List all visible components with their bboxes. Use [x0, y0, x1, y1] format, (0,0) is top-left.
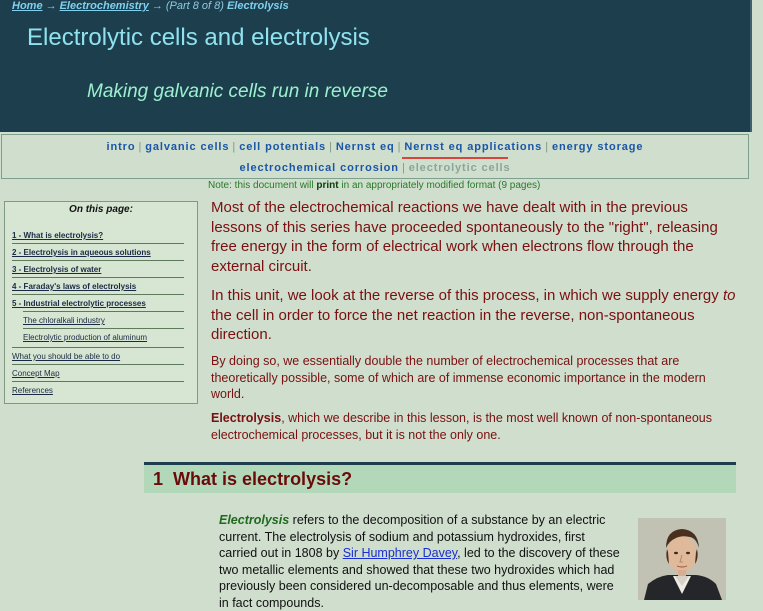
breadcrumb-home-link[interactable]: Home — [12, 0, 43, 12]
print-note-bold: print — [316, 180, 339, 191]
toc-divider — [23, 328, 184, 329]
toc-divider — [12, 277, 184, 278]
toc-link-aqueous[interactable]: 2 - Electrolysis in aqueous solutions — [12, 248, 184, 257]
toc-title: On this page: — [69, 204, 133, 215]
toc-box: On this page: 1 - What is electrolysis? … — [4, 201, 198, 404]
section-1-title: 1 What is electrolysis? — [153, 469, 352, 490]
section-1-term: Electrolysis — [219, 513, 290, 527]
toc-divider — [12, 347, 184, 348]
page-subtitle: Making galvanic cells run in reverse — [87, 81, 388, 102]
intro-p2-part-a: In this unit, we look at the reverse of … — [211, 287, 719, 304]
nav-separator: | — [138, 141, 143, 153]
toc-link-aluminum[interactable]: Electrolytic production of aluminum — [23, 333, 184, 342]
toc-link-references[interactable]: References — [12, 386, 184, 395]
section-title-text: What is electrolysis? — [173, 469, 353, 489]
nav-separator: | — [401, 162, 406, 174]
print-note-suffix: in an appropriately modified format (9 p… — [341, 180, 541, 191]
breadcrumb-current: Electrolysis — [226, 0, 289, 12]
section-1-header: 1 What is electrolysis? — [144, 462, 736, 493]
breadcrumb-part: (Part 8 of 8) — [165, 0, 224, 12]
nav-separator: | — [545, 141, 549, 153]
toc-link-concept-map[interactable]: Concept Map — [12, 369, 184, 378]
intro-p4-rest: , which we describe in this lesson, is t… — [211, 411, 712, 442]
breadcrumb-arrow: → — [45, 0, 57, 12]
nav-link-energy-storage[interactable]: energy storage — [552, 141, 643, 153]
portrait-drawing — [638, 518, 726, 600]
nav-active-underline — [402, 157, 508, 159]
nav-row-1: intro | galvanic cells | cell potentials | Ner… — [2, 141, 748, 153]
portrait-image — [638, 518, 726, 600]
toc-divider — [12, 294, 184, 295]
header-banner: Home → Electrochemistry → (Part 8 of 8) Elec… — [0, 0, 752, 132]
section-1-body: Electrolysis refers to the decomposition… — [219, 512, 621, 611]
toc-link-chloralkali[interactable]: The chloralkali industry — [23, 316, 184, 325]
toc-link-water[interactable]: 3 - Electrolysis of water — [12, 265, 184, 274]
toc-divider — [12, 381, 184, 382]
page-title: Electrolytic cells and electrolysis — [27, 24, 370, 51]
breadcrumb: Home → Electrochemistry → (Part 8 of 8) Elec… — [12, 0, 289, 12]
nav-link-electrolytic-cells[interactable]: electrolytic cells — [409, 162, 511, 174]
intro-p2-part-b: the cell in order to force the net react… — [211, 306, 695, 344]
intro-paragraph-2: In this unit, we look at the reverse of … — [211, 286, 746, 345]
toc-link-industrial[interactable]: 5 - Industrial electrolytic processes — [12, 299, 184, 308]
intro-paragraph-4: Electrolysis, which we describe in this … — [211, 410, 738, 443]
print-note: Note: this document will print in an app… — [208, 180, 540, 191]
nav-row-2: electrochemical corrosion | electrolytic c… — [2, 162, 748, 174]
print-note-prefix: Note: this document will — [208, 180, 314, 191]
nav-link-nernst-eq-applications[interactable]: Nernst eq applications — [404, 141, 542, 153]
toc-divider — [12, 243, 184, 244]
nav-link-nernst-eq[interactable]: Nernst eq — [336, 141, 395, 153]
intro-p4-term: Electrolysis — [211, 411, 282, 425]
nav-separator: | — [397, 141, 402, 153]
nav-link-intro[interactable]: intro — [107, 141, 136, 153]
toc-divider — [12, 260, 184, 261]
nav-separator: | — [329, 141, 333, 153]
nav-separator: | — [232, 141, 237, 153]
intro-p2-emphasis: to — [722, 287, 736, 304]
toc-divider — [23, 311, 184, 312]
toc-link-faraday[interactable]: 4 - Faraday's laws of electrolysis — [12, 282, 184, 291]
nav-link-electrochemical-corrosion[interactable]: electrochemical corrosion — [239, 162, 398, 174]
intro-paragraph-1: Most of the electrochemical reactions we… — [211, 199, 718, 275]
nav-link-galvanic-cells[interactable]: galvanic cells — [145, 141, 229, 153]
toc-divider — [12, 364, 184, 365]
section-number: 1 — [153, 469, 164, 489]
topic-nav: intro | galvanic cells | cell potentials | Ner… — [1, 134, 749, 179]
nav-link-cell-potentials[interactable]: cell potentials — [239, 141, 326, 153]
breadcrumb-section-link[interactable]: Electrochemistry — [60, 0, 149, 12]
intro-paragraph-3: By doing so, we essentially double the n… — [211, 354, 706, 401]
toc-link-what-is-electrolysis[interactable]: 1 - What is electrolysis? — [12, 231, 184, 240]
toc-link-able-to-do[interactable]: What you should be able to do — [12, 352, 184, 361]
breadcrumb-arrow: → — [151, 0, 163, 12]
humphrey-davey-link[interactable]: Sir Humphrey Davey — [343, 546, 457, 560]
